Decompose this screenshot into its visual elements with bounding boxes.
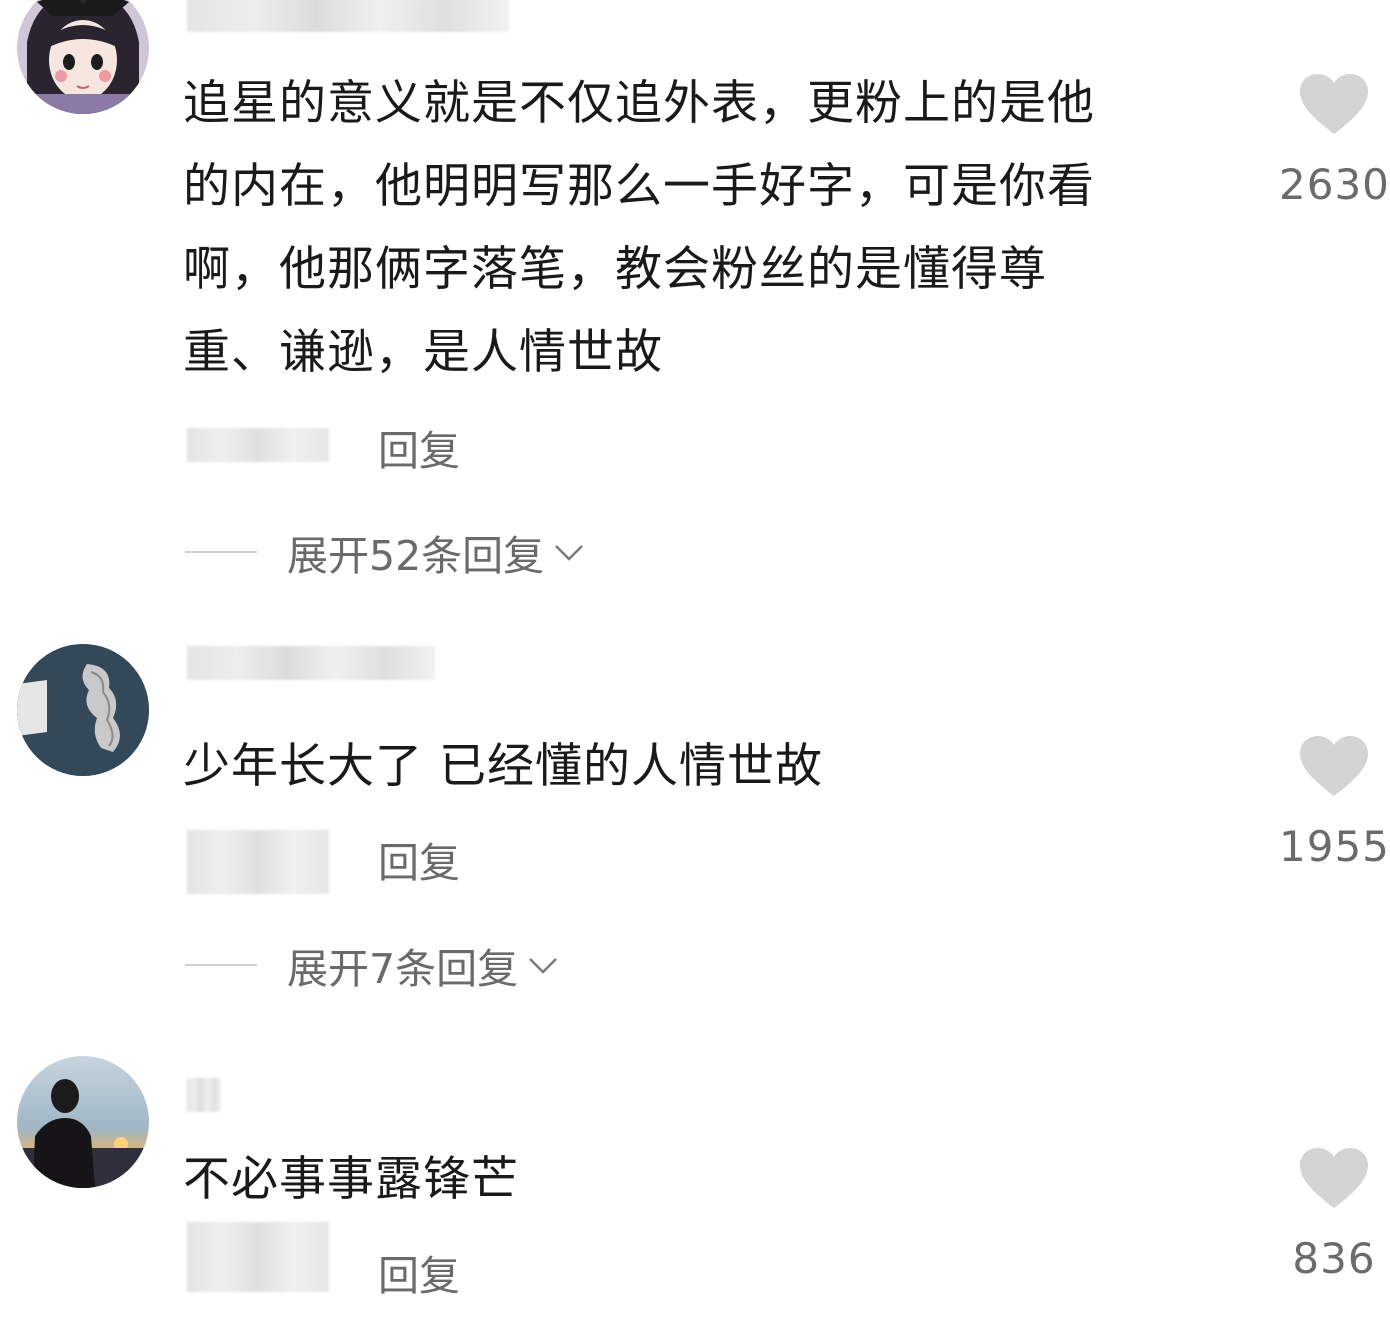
anime-girl-avatar-icon: [17, 0, 149, 114]
username-redacted: [187, 646, 435, 680]
user-avatar[interactable]: [17, 644, 149, 776]
timestamp-redacted: [187, 830, 329, 894]
comment-text: 不必事事露锋芒: [183, 1152, 519, 1207]
chevron-down-icon: [529, 958, 557, 974]
heart-icon: [1300, 736, 1368, 796]
reply-button[interactable]: 回复: [378, 417, 460, 477]
comment-text: 少年长大了 已经懂的人情世故: [183, 739, 823, 794]
map-avatar-icon: [17, 644, 149, 776]
like-button[interactable]: 836: [1279, 1148, 1389, 1283]
reply-button[interactable]: 回复: [378, 1242, 460, 1302]
reply-button[interactable]: 回复: [378, 829, 460, 889]
expand-replies-button[interactable]: 展开52条回复: [185, 522, 586, 582]
timestamp-redacted: [187, 428, 329, 462]
username-redacted: [187, 1078, 221, 1112]
user-avatar[interactable]: [17, 1056, 149, 1188]
username-redacted: [187, 0, 509, 32]
like-count: 1955: [1279, 822, 1390, 871]
like-button[interactable]: 1955: [1279, 736, 1389, 871]
expand-divider-line: [185, 964, 257, 966]
expand-replies-label: 展开7条回复: [287, 945, 519, 993]
timestamp-redacted: [187, 1222, 329, 1292]
sunset-silhouette-avatar-icon: [17, 1056, 149, 1188]
heart-icon: [1300, 1148, 1368, 1208]
user-avatar[interactable]: [17, 0, 149, 114]
expand-divider-line: [185, 551, 257, 553]
expand-replies-button[interactable]: 展开7条回复: [185, 935, 560, 995]
like-button[interactable]: 2630: [1279, 74, 1389, 209]
expand-replies-label: 展开52条回复: [287, 532, 545, 580]
chevron-down-icon: [555, 545, 584, 561]
heart-icon: [1300, 74, 1368, 134]
like-count: 2630: [1279, 160, 1390, 209]
comment-text: 追星的意义就是不仅追外表，更粉上的是他 的内在，他明明写那么一手好字，可是你看 …: [183, 76, 1095, 380]
like-count: 836: [1292, 1234, 1376, 1283]
